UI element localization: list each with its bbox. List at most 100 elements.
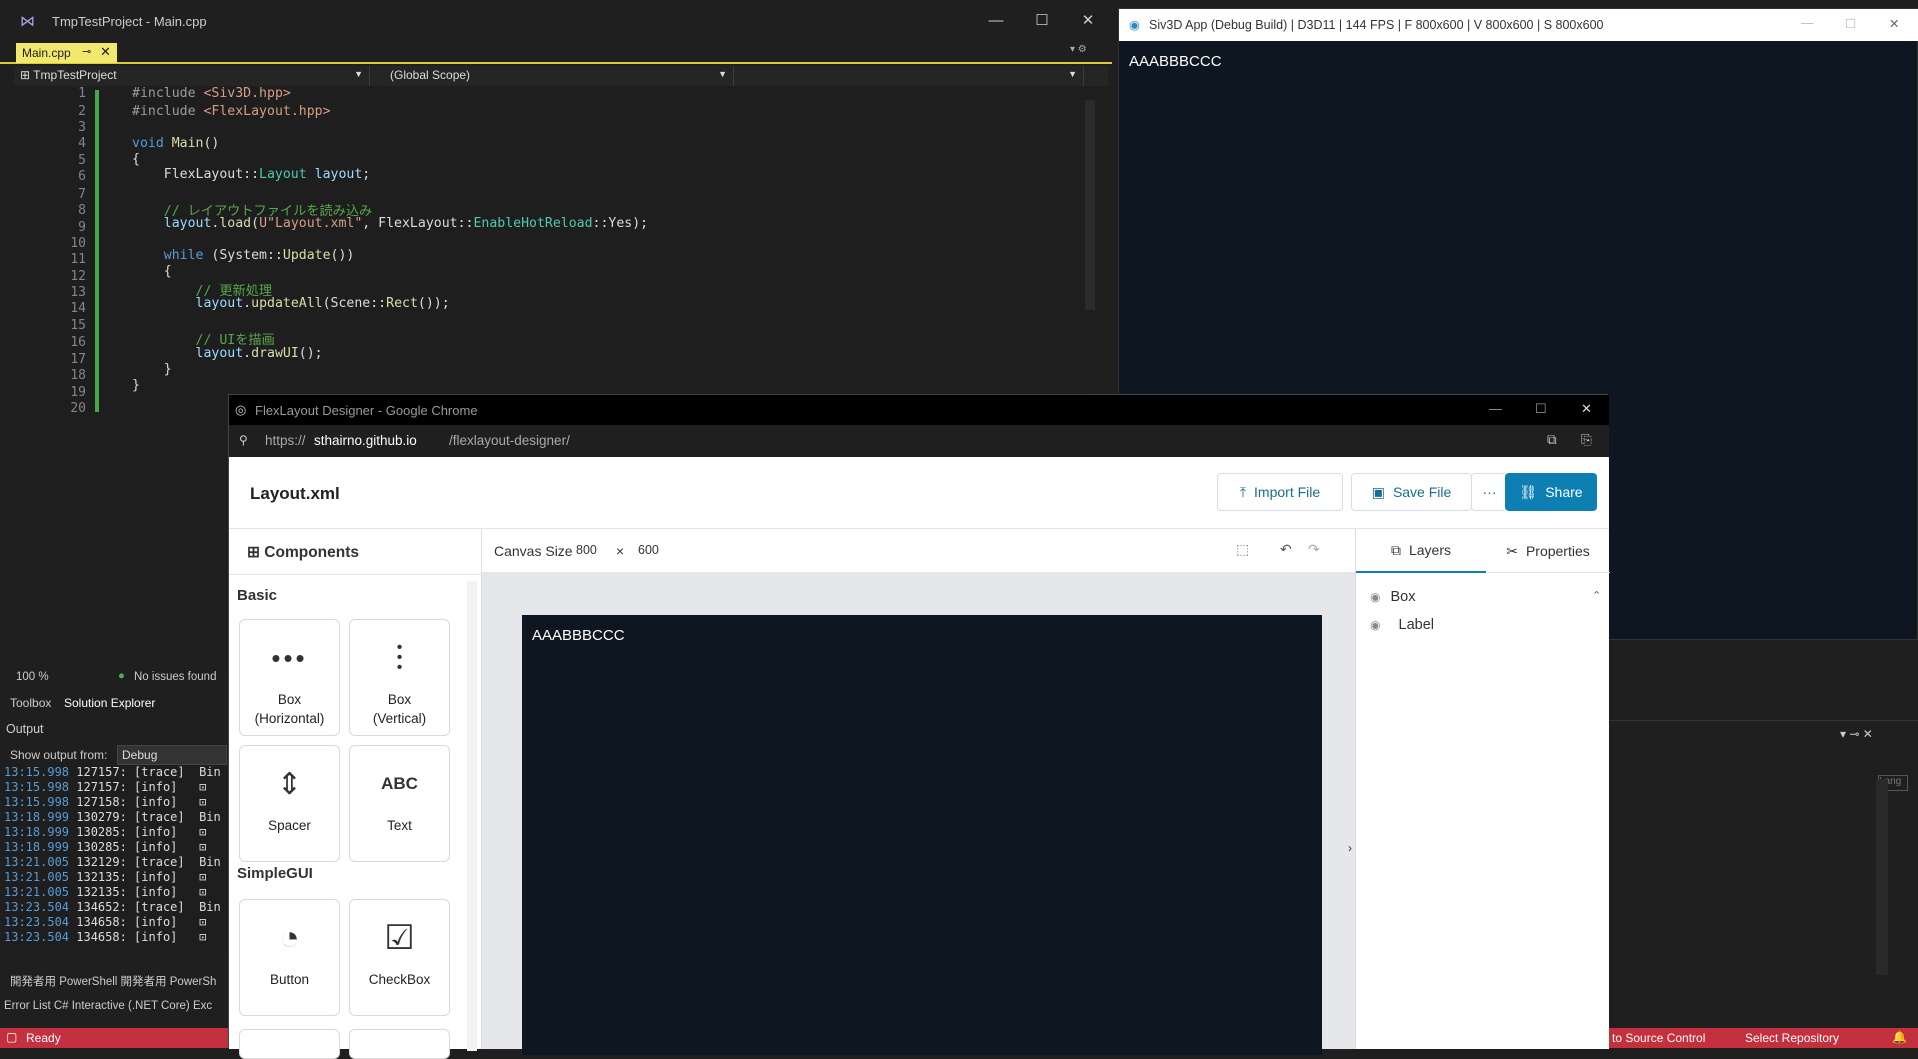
output-source-dropdown[interactable]: Debug: [117, 745, 227, 765]
issues-status[interactable]: No issues found: [134, 671, 216, 683]
components-scrollbar[interactable]: [467, 581, 477, 1051]
chevron-up-icon[interactable]: ⌃: [1592, 589, 1601, 602]
canvas-width-input[interactable]: 800: [576, 543, 597, 557]
app-header: Layout.xml ⤒ Import File ▣ Save File ··· ⛓…: [229, 457, 1609, 529]
more-options-button[interactable]: ···: [1471, 473, 1508, 511]
layer-item-label[interactable]: ◉ Label: [1370, 617, 1434, 633]
component-button[interactable]: ◔ Button: [239, 899, 340, 1016]
code-line: layout.load(U"Layout.xml", FlexLayout::E…: [163, 216, 649, 231]
component-spacer[interactable]: ⇕ Spacer: [239, 745, 340, 862]
panel-scrollbar[interactable]: [1876, 779, 1888, 975]
component-text[interactable]: ABC Text: [349, 745, 450, 862]
component-checkbox[interactable]: ☑ CheckBox: [349, 899, 450, 1016]
project-dropdown[interactable]: ⊞ TmpTestProject ▼: [14, 66, 370, 86]
log-line: 13:15.998 127158: [info] ⊡: [4, 795, 229, 810]
close-icon[interactable]: ✕: [1581, 401, 1592, 417]
site-info-icon[interactable]: ⚲: [239, 433, 248, 447]
card-label: CheckBox: [368, 972, 431, 987]
member-dropdown[interactable]: ▼: [744, 66, 1084, 86]
log-message: 134652: [trace] Bin: [69, 900, 221, 914]
comment-icon: ▢: [6, 1030, 18, 1044]
pin-icon[interactable]: ⊸: [82, 45, 91, 58]
close-icon[interactable]: ✕: [1068, 8, 1108, 34]
component-card-partial[interactable]: [239, 1029, 340, 1059]
dots-vertical-icon: • • •: [396, 639, 403, 676]
translate-icon[interactable]: ⧉: [1547, 432, 1557, 448]
siv3d-label-text: AAABBBCCC: [1129, 53, 1222, 70]
log-time: 13:18.999: [4, 840, 70, 854]
code-line: layout.drawUI();: [195, 346, 323, 361]
upload-icon: ⤒: [1239, 483, 1247, 500]
log-message: 130279: [trace] Bin: [69, 810, 221, 824]
panel-controls-icon[interactable]: ▾ ⊸ ✕: [1840, 727, 1873, 741]
url-prefix: https://: [265, 433, 306, 448]
log-line: 13:23.504 134658: [info] ⊡: [4, 930, 229, 945]
undo-icon[interactable]: ↶: [1280, 541, 1292, 558]
save-file-button[interactable]: ▣ Save File: [1351, 473, 1472, 511]
output-panel-title: Output: [6, 722, 44, 736]
click-cursor-icon: ◔: [279, 918, 300, 957]
line-number: 7: [78, 186, 86, 202]
log-message: 130285: [info] ⊡: [69, 840, 207, 854]
select-repository[interactable]: Select Repository: [1745, 1031, 1839, 1045]
maximize-icon[interactable]: ☐: [1845, 16, 1856, 31]
log-line: 13:18.999 130285: [info] ⊡: [4, 840, 229, 855]
redo-icon[interactable]: ↷: [1308, 541, 1320, 558]
toolbox-tab[interactable]: Toolbox: [10, 696, 51, 710]
code-line: }: [132, 378, 140, 393]
zoom-level[interactable]: 100 %: [16, 671, 49, 683]
layers-panel: ⧉ Layers ✂ Properties ◉ Box ⌃ ◉ Label: [1355, 529, 1610, 1049]
log-line: 13:23.504 134652: [trace] Bin: [4, 900, 229, 915]
log-time: 13:23.504: [4, 930, 70, 944]
layer-tabs: ⧉ Layers ✂ Properties: [1356, 529, 1610, 573]
layer-label-label: Label: [1398, 617, 1434, 633]
install-app-icon[interactable]: ⎘: [1581, 432, 1592, 448]
canvas-label-text[interactable]: AAABBBCCC: [532, 627, 625, 644]
save-label: Save File: [1392, 484, 1452, 500]
bottom-tool-tabs[interactable]: Error List C# Interactive (.NET Core) Ex…: [4, 1000, 212, 1012]
chrome-address-bar[interactable]: ⚲ https:// sthairno.github.io /flexlayou…: [229, 425, 1609, 457]
chrome-window-title: FlexLayout Designer - Google Chrome: [255, 403, 478, 418]
minimize-icon[interactable]: —: [1489, 401, 1502, 416]
add-to-source-control[interactable]: d to Source Control: [1602, 1031, 1705, 1045]
tab-properties[interactable]: ✂ Properties: [1486, 529, 1610, 573]
editor-scrollbar[interactable]: [1085, 100, 1095, 310]
import-label: Import File: [1254, 484, 1321, 500]
scope-dropdown[interactable]: (Global Scope) ▼: [384, 66, 734, 86]
chevron-down-icon: ▼: [718, 69, 727, 79]
terminal-tabs[interactable]: 開発者用 PowerShell 開発者用 PowerSh: [10, 973, 216, 989]
minimize-icon[interactable]: —: [976, 8, 1016, 34]
tab-list-dropdown-icon[interactable]: ▾ ⚙: [1070, 44, 1087, 55]
notification-bell-icon[interactable]: 🔔: [1892, 1030, 1907, 1044]
solution-explorer-tab[interactable]: Solution Explorer: [64, 696, 155, 710]
share-label: Share: [1545, 484, 1583, 500]
expand-panel-icon[interactable]: ›: [1348, 841, 1352, 855]
preview-canvas[interactable]: AAABBBCCC: [522, 615, 1322, 1055]
log-message: 134658: [info] ⊡: [69, 930, 207, 944]
url-path: /flexlayout-designer/: [449, 433, 570, 448]
line-number: 5: [78, 152, 86, 168]
tab-close-icon[interactable]: ✕: [100, 44, 111, 60]
dots-horizontal-icon: •••: [271, 642, 308, 673]
checkbox-icon: ☑: [384, 919, 415, 957]
log-line: 13:15.998 127157: [info] ⊡: [4, 780, 229, 795]
eye-icon[interactable]: ◉: [1370, 590, 1380, 604]
tab-main-cpp[interactable]: Main.cpp ⊸ ✕: [16, 43, 117, 63]
close-icon[interactable]: ✕: [1889, 16, 1899, 31]
tools-icon: ✂: [1506, 542, 1518, 559]
maximize-icon[interactable]: ☐: [1022, 8, 1062, 34]
component-box-horizontal[interactable]: ••• Box (Horizontal): [239, 619, 340, 736]
tab-layers[interactable]: ⧉ Layers: [1356, 529, 1486, 573]
status-ready: Ready: [26, 1031, 61, 1045]
select-area-icon[interactable]: ⬚: [1236, 541, 1249, 558]
line-number: 8: [78, 203, 86, 219]
component-card-partial[interactable]: [349, 1029, 450, 1059]
canvas-height-input[interactable]: 600: [638, 543, 659, 557]
maximize-icon[interactable]: ☐: [1535, 401, 1547, 417]
import-file-button[interactable]: ⤒ Import File: [1217, 473, 1343, 511]
layer-item-box[interactable]: ◉ Box: [1370, 589, 1416, 605]
component-box-vertical[interactable]: • • • Box (Vertical): [349, 619, 450, 736]
eye-icon[interactable]: ◉: [1370, 618, 1380, 632]
minimize-icon[interactable]: —: [1801, 16, 1814, 30]
share-button[interactable]: ⛓ Share: [1505, 473, 1597, 511]
